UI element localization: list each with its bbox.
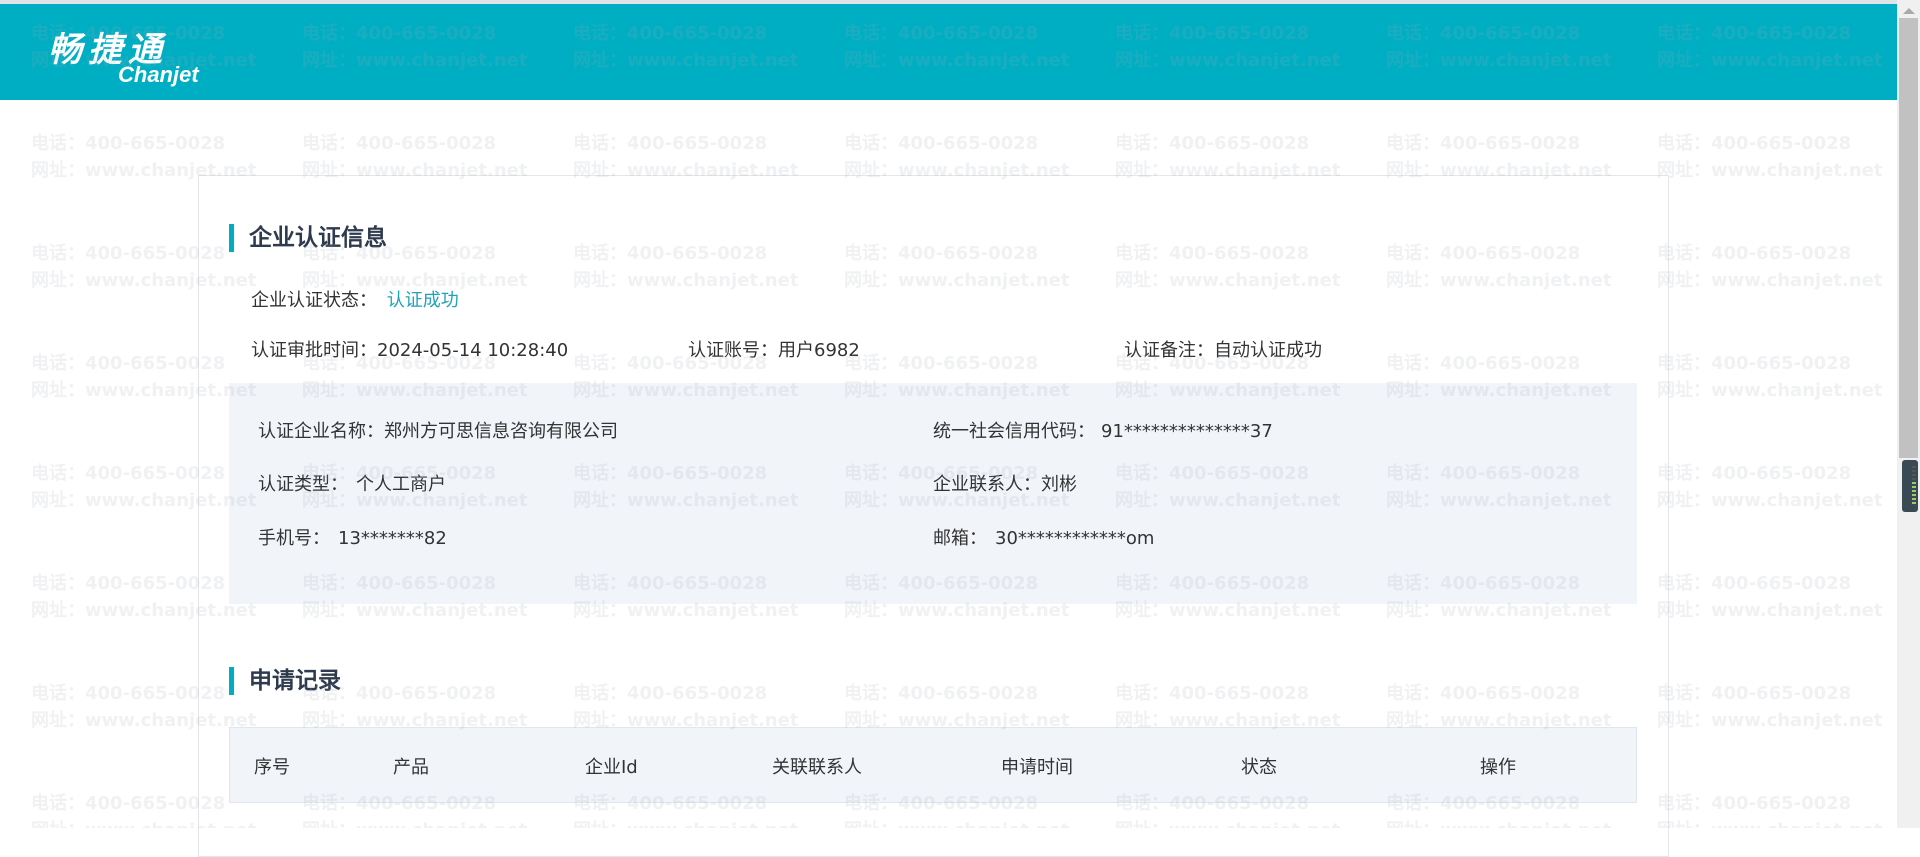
contact-value: 刘彬 [1041,474,1077,495]
status-label: 企业认证状态： [251,290,377,311]
account-value: 用户6982 [778,340,860,361]
credit-code-value: 91**************37 [1101,421,1273,442]
meter-bar [1912,478,1916,480]
credit-code-label: 统一社会信用代码： [933,421,1095,442]
account-label: 认证账号： [688,340,778,361]
cert-type: 认证类型： 个人工商户 [258,470,446,496]
records-table-header: 序号 产品 企业Id 关联联系人 申请时间 状态 操作 [229,727,1637,803]
email: 邮箱： 30************om [933,524,1154,550]
col-product: 产品 [393,757,429,778]
col-contact: 关联联系人 [772,757,862,778]
status-value: 认证成功 [386,290,459,311]
vertical-scrollbar[interactable] [1897,0,1920,828]
company-name: 认证企业名称：郑州方可思信息咨询有限公司 [258,417,618,443]
meter-bar [1912,470,1916,472]
watermark-site: 网址：www.chanjet.net [1657,490,1883,511]
email-value: 30************om [995,528,1155,549]
phone: 手机号： 13*******82 [258,524,447,550]
watermark-phone: 电话：400-665-0028 [1657,683,1852,704]
account: 认证账号：用户6982 [688,336,860,362]
watermark-site: 网址：www.chanjet.net [1657,270,1883,291]
cert-type-value: 个人工商户 [356,474,446,495]
meter-bar [1912,494,1916,496]
watermark-phone: 电话：400-665-0028 [31,133,226,154]
section-title-certification: 企业认证信息 [229,223,387,253]
watermark-phone: 电话：400-665-0028 [844,133,1039,154]
credit-code: 统一社会信用代码： 91**************37 [933,417,1273,443]
watermark-tile: 电话：400-665-0028 网址：www.chanjet.net [1657,570,1882,624]
watermark-tile: 电话：400-665-0028 网址：www.chanjet.net [1657,680,1882,734]
email-label: 邮箱： [933,528,987,549]
watermark-phone: 电话：400-665-0028 [1657,243,1852,264]
col-apply-time: 申请时间 [1001,757,1073,778]
col-status: 状态 [1241,757,1277,778]
watermark-phone: 电话：400-665-0028 [1657,793,1852,814]
watermark-tile: 电话：400-665-0028 网址：www.chanjet.net [1657,240,1882,294]
meter-bar [1912,490,1916,492]
meter-widget-icon [1902,460,1918,512]
col-actions: 操作 [1480,757,1516,778]
watermark-phone: 电话：400-665-0028 [1657,463,1852,484]
watermark-site: 网址：www.chanjet.net [1657,160,1883,181]
watermark-tile: 电话：400-665-0028 网址：www.chanjet.net [1657,460,1882,514]
remark-label: 认证备注： [1124,340,1214,361]
watermark-phone: 电话：400-665-0028 [1386,133,1581,154]
cert-type-label: 认证类型： [258,474,348,495]
chanjet-logo[interactable]: 畅捷通 Chanjet [48,22,199,87]
phone-value: 13*******82 [338,528,447,549]
section-title-records: 申请记录 [229,666,341,696]
meter-bar [1912,486,1916,488]
watermark-site: 网址：www.chanjet.net [1657,817,1882,828]
watermark-phone: 电话：400-665-0028 [573,133,768,154]
meter-bar [1912,502,1916,504]
meter-bar [1912,466,1916,468]
approval-time-label: 认证审批时间： [251,340,377,361]
scrollbar-thumb[interactable] [1899,18,1918,458]
contact: 企业联系人：刘彬 [933,470,1077,496]
watermark-site: 网址：www.chanjet.net [1657,710,1883,731]
approval-time-value: 2024-05-14 10:28:40 [377,340,569,361]
scroll-up-arrow-icon[interactable] [1903,8,1915,14]
watermark-phone: 电话：400-665-0028 [302,133,497,154]
remark-value: 自动认证成功 [1214,340,1322,361]
watermark-phone: 电话：400-665-0028 [1115,133,1310,154]
col-company-id: 企业Id [585,757,638,778]
watermark-site: 网址：www.chanjet.net [1657,380,1883,401]
watermark-site: 网址：www.chanjet.net [1657,600,1883,621]
company-name-value: 郑州方可思信息咨询有限公司 [384,421,618,442]
meter-bar [1912,482,1916,484]
watermark-phone: 电话：400-665-0028 [1657,573,1852,594]
watermark-phone: 电话：400-665-0028 [1657,133,1852,154]
app-header: 畅捷通 Chanjet [0,4,1897,100]
contact-label: 企业联系人： [933,474,1041,495]
status-row: 企业认证状态： 认证成功 [251,286,459,312]
company-name-label: 认证企业名称： [258,421,384,442]
meter-bar [1912,474,1916,476]
watermark-tile: 电话：400-665-0028 网址：www.chanjet.net [1657,790,1882,828]
watermark-phone: 电话：400-665-0028 [1657,353,1852,374]
watermark-tile: 电话：400-665-0028 网址：www.chanjet.net [1657,350,1882,404]
watermark-tile: 电话：400-665-0028 网址：www.chanjet.net [1657,130,1882,184]
col-index: 序号 [254,757,290,778]
phone-label: 手机号： [258,528,330,549]
logo-en: Chanjet [118,62,199,87]
approval-time: 认证审批时间：2024-05-14 10:28:40 [251,336,568,362]
meter-bar [1912,498,1916,500]
remark: 认证备注：自动认证成功 [1124,336,1322,362]
